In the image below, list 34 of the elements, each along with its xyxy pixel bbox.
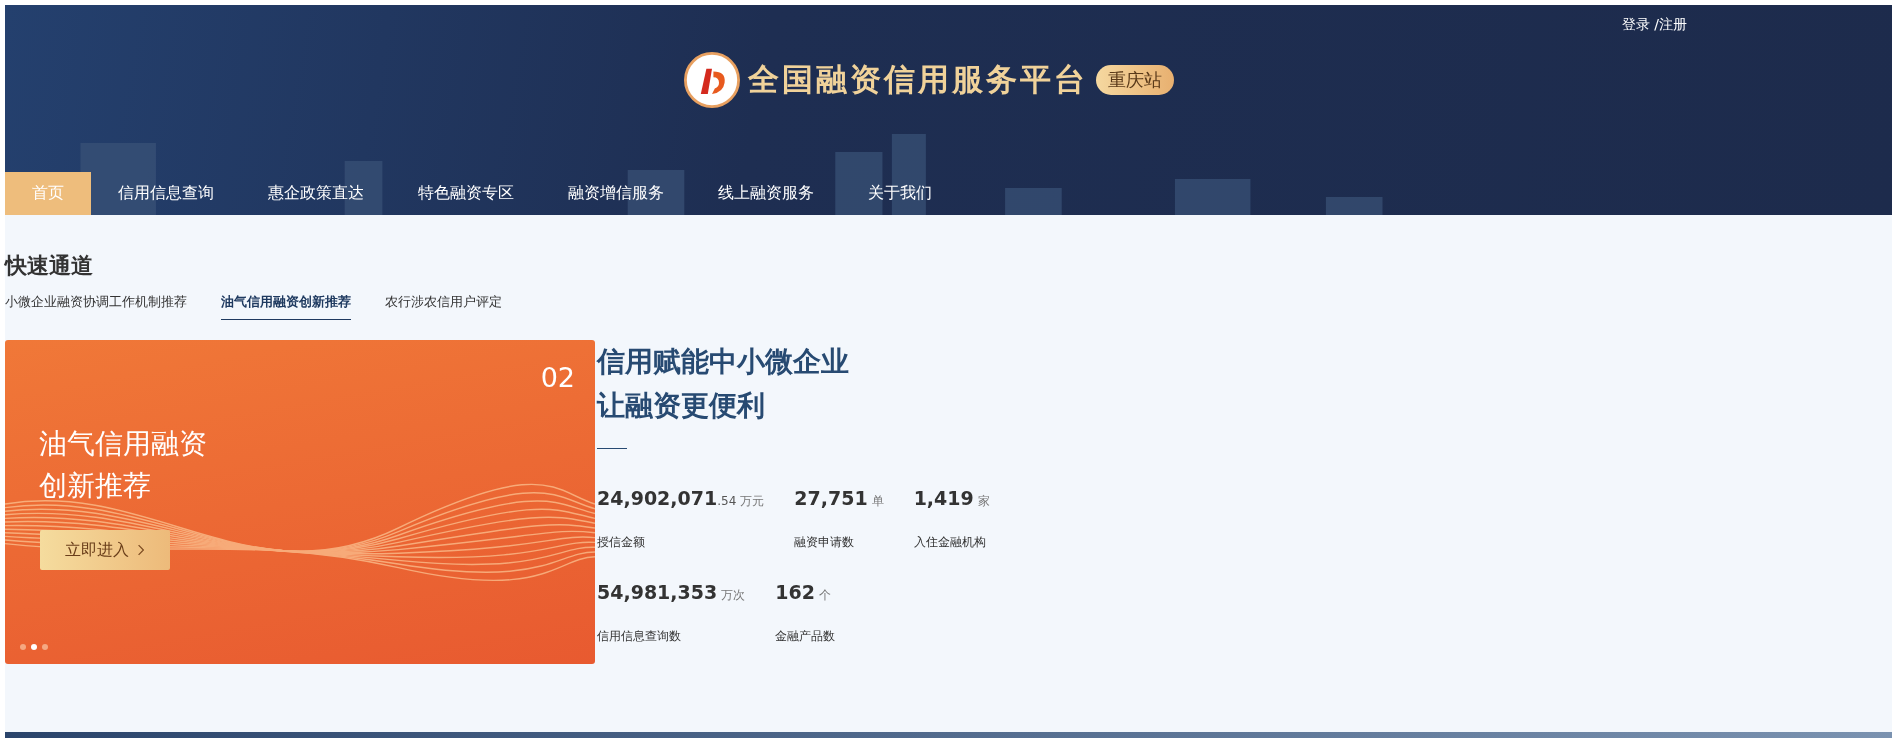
stat-value: 162 个 xyxy=(775,581,832,604)
banner-title: 创新推荐 xyxy=(39,468,152,504)
stat-label: 信用信息查询数 xyxy=(597,628,682,645)
nav-tab[interactable]: 特色融资专区 xyxy=(391,172,541,215)
quick-access-tab[interactable]: 农行涉农信用户评定 xyxy=(385,293,502,320)
enter-button[interactable]: 立即进入 xyxy=(40,530,170,570)
headline: 信用赋能中小微企业 xyxy=(597,344,850,380)
stat-label: 融资申请数 xyxy=(794,534,856,551)
station-badge: 重庆站 xyxy=(1095,65,1174,95)
login-register-link[interactable]: 登录 /注册 xyxy=(1621,16,1687,34)
nav-tab[interactable]: 融资增信服务 xyxy=(541,172,691,215)
carousel-dot[interactable] xyxy=(31,644,37,650)
stat-value: 54,981,353 万次 xyxy=(597,581,746,604)
chevron-right-icon xyxy=(137,544,145,556)
carousel-dot[interactable] xyxy=(20,644,26,650)
stat-label: 授信金额 xyxy=(597,534,646,551)
carousel-dot[interactable] xyxy=(42,644,48,650)
site-title: 全国融资信用服务平台 xyxy=(747,60,1088,99)
quick-access-tab[interactable]: 油气信用融资创新推荐 xyxy=(221,293,351,320)
nav-tab[interactable]: 线上融资服务 xyxy=(691,172,841,215)
section-title: 快速通道 xyxy=(5,252,94,280)
nav-tab[interactable]: 关于我们 xyxy=(841,172,959,215)
banner-title: 油气信用融资 xyxy=(39,426,207,462)
stat-label: 入住金融机构 xyxy=(913,534,987,551)
slide-number: 02 xyxy=(540,362,575,393)
stat-value: 27,751 单 xyxy=(794,487,884,510)
nav-tab[interactable]: 惠企政策直达 xyxy=(241,172,391,215)
logo-emblem-icon xyxy=(683,52,740,108)
stat-value: 24,902,071.54 万元 xyxy=(597,487,765,510)
stat-value: 1,419 家 xyxy=(913,487,990,510)
stat-label: 金融产品数 xyxy=(775,628,836,645)
nav-tab[interactable]: 信用信息查询 xyxy=(91,172,241,215)
headline: 让融资更便利 xyxy=(597,388,766,424)
quick-access-tab[interactable]: 小微企业融资协调工作机制推荐 xyxy=(5,293,187,320)
